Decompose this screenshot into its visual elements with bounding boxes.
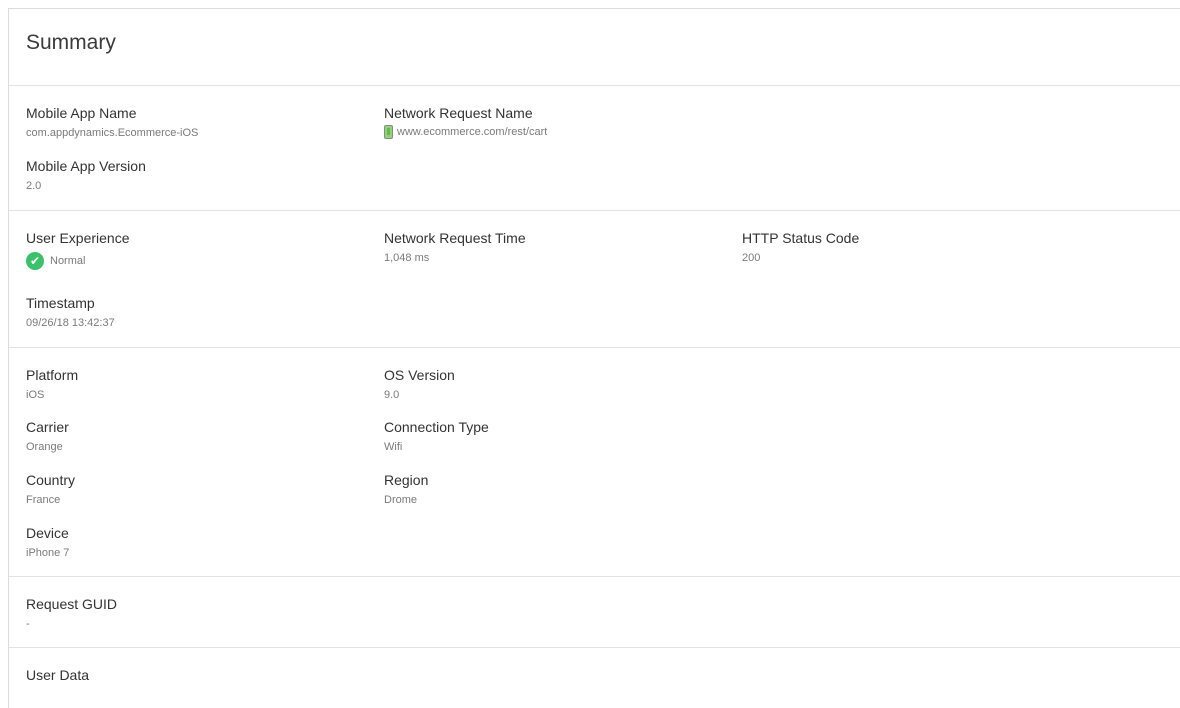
- field-label: Mobile App Version: [26, 158, 146, 174]
- field-label: HTTP Status Code: [742, 230, 860, 246]
- field-label: Request GUID: [26, 596, 118, 612]
- field-label: Device: [26, 525, 69, 541]
- field-value: 1,048 ms: [384, 252, 430, 264]
- field-label: Network Request Time: [384, 230, 526, 246]
- request-name-row[interactable]: www.ecommerce.com/rest/cart: [384, 125, 547, 139]
- field-request-guid: Request GUID -: [26, 595, 117, 631]
- field-timestamp: Timestamp 09/26/18 13:42:37: [26, 294, 115, 330]
- field-value: Wifi: [384, 441, 403, 453]
- check-circle-icon: ✔: [26, 252, 44, 270]
- field-value: 9.0: [384, 389, 400, 401]
- section-divider: [9, 647, 1180, 648]
- mobile-phone-icon: [384, 125, 393, 139]
- field-mobile-app-version: Mobile App Version 2.0: [26, 157, 146, 193]
- field-label: Platform: [26, 367, 79, 383]
- summary-header: Summary: [9, 9, 1180, 86]
- field-mobile-app-name: Mobile App Name com.appdynamics.Ecommerc…: [26, 104, 198, 140]
- user-experience-row: ✔ Normal: [26, 252, 130, 270]
- field-value: iOS: [26, 389, 45, 401]
- field-label: User Experience: [26, 230, 130, 246]
- section-divider: [9, 210, 1180, 211]
- section-divider: [9, 576, 1180, 577]
- field-platform: Platform iOS: [26, 366, 78, 402]
- field-label: Connection Type: [384, 419, 489, 435]
- field-http-status-code: HTTP Status Code 200: [742, 229, 859, 265]
- field-value: Normal: [50, 255, 86, 267]
- field-value: -: [26, 618, 30, 630]
- field-device: Device iPhone 7: [26, 524, 69, 560]
- field-user-experience: User Experience ✔ Normal: [26, 229, 130, 270]
- field-label: Timestamp: [26, 295, 95, 311]
- page-title: Summary: [26, 31, 116, 54]
- field-label: Carrier: [26, 419, 69, 435]
- field-label: Region: [384, 472, 429, 488]
- field-network-request-time: Network Request Time 1,048 ms: [384, 229, 526, 265]
- field-label: Mobile App Name: [26, 105, 137, 121]
- field-carrier: Carrier Orange: [26, 418, 69, 454]
- summary-panel: Summary Mobile App Name com.appdynamics.…: [8, 8, 1180, 708]
- field-user-data: User Data: [26, 666, 89, 684]
- field-connection-type: Connection Type Wifi: [384, 418, 489, 454]
- field-value: Drome: [384, 494, 418, 506]
- field-region: Region Drome: [384, 471, 428, 507]
- field-value: Orange: [26, 441, 63, 453]
- field-value: 09/26/18 13:42:37: [26, 317, 115, 329]
- field-value: France: [26, 494, 61, 506]
- field-value: iPhone 7: [26, 547, 70, 559]
- field-label: User Data: [26, 667, 90, 683]
- field-value: 200: [742, 252, 761, 264]
- section-divider: [9, 347, 1180, 348]
- field-value: 2.0: [26, 180, 42, 192]
- request-name-link[interactable]: www.ecommerce.com/rest/cart: [397, 125, 547, 139]
- field-value: com.appdynamics.Ecommerce-iOS: [26, 127, 199, 139]
- field-label: OS Version: [384, 367, 455, 383]
- field-label: Country: [26, 472, 76, 488]
- field-os-version: OS Version 9.0: [384, 366, 455, 402]
- field-label: Network Request Name: [384, 105, 533, 121]
- field-network-request-name: Network Request Name www.ecommerce.com/r…: [384, 104, 547, 139]
- field-country: Country France: [26, 471, 75, 507]
